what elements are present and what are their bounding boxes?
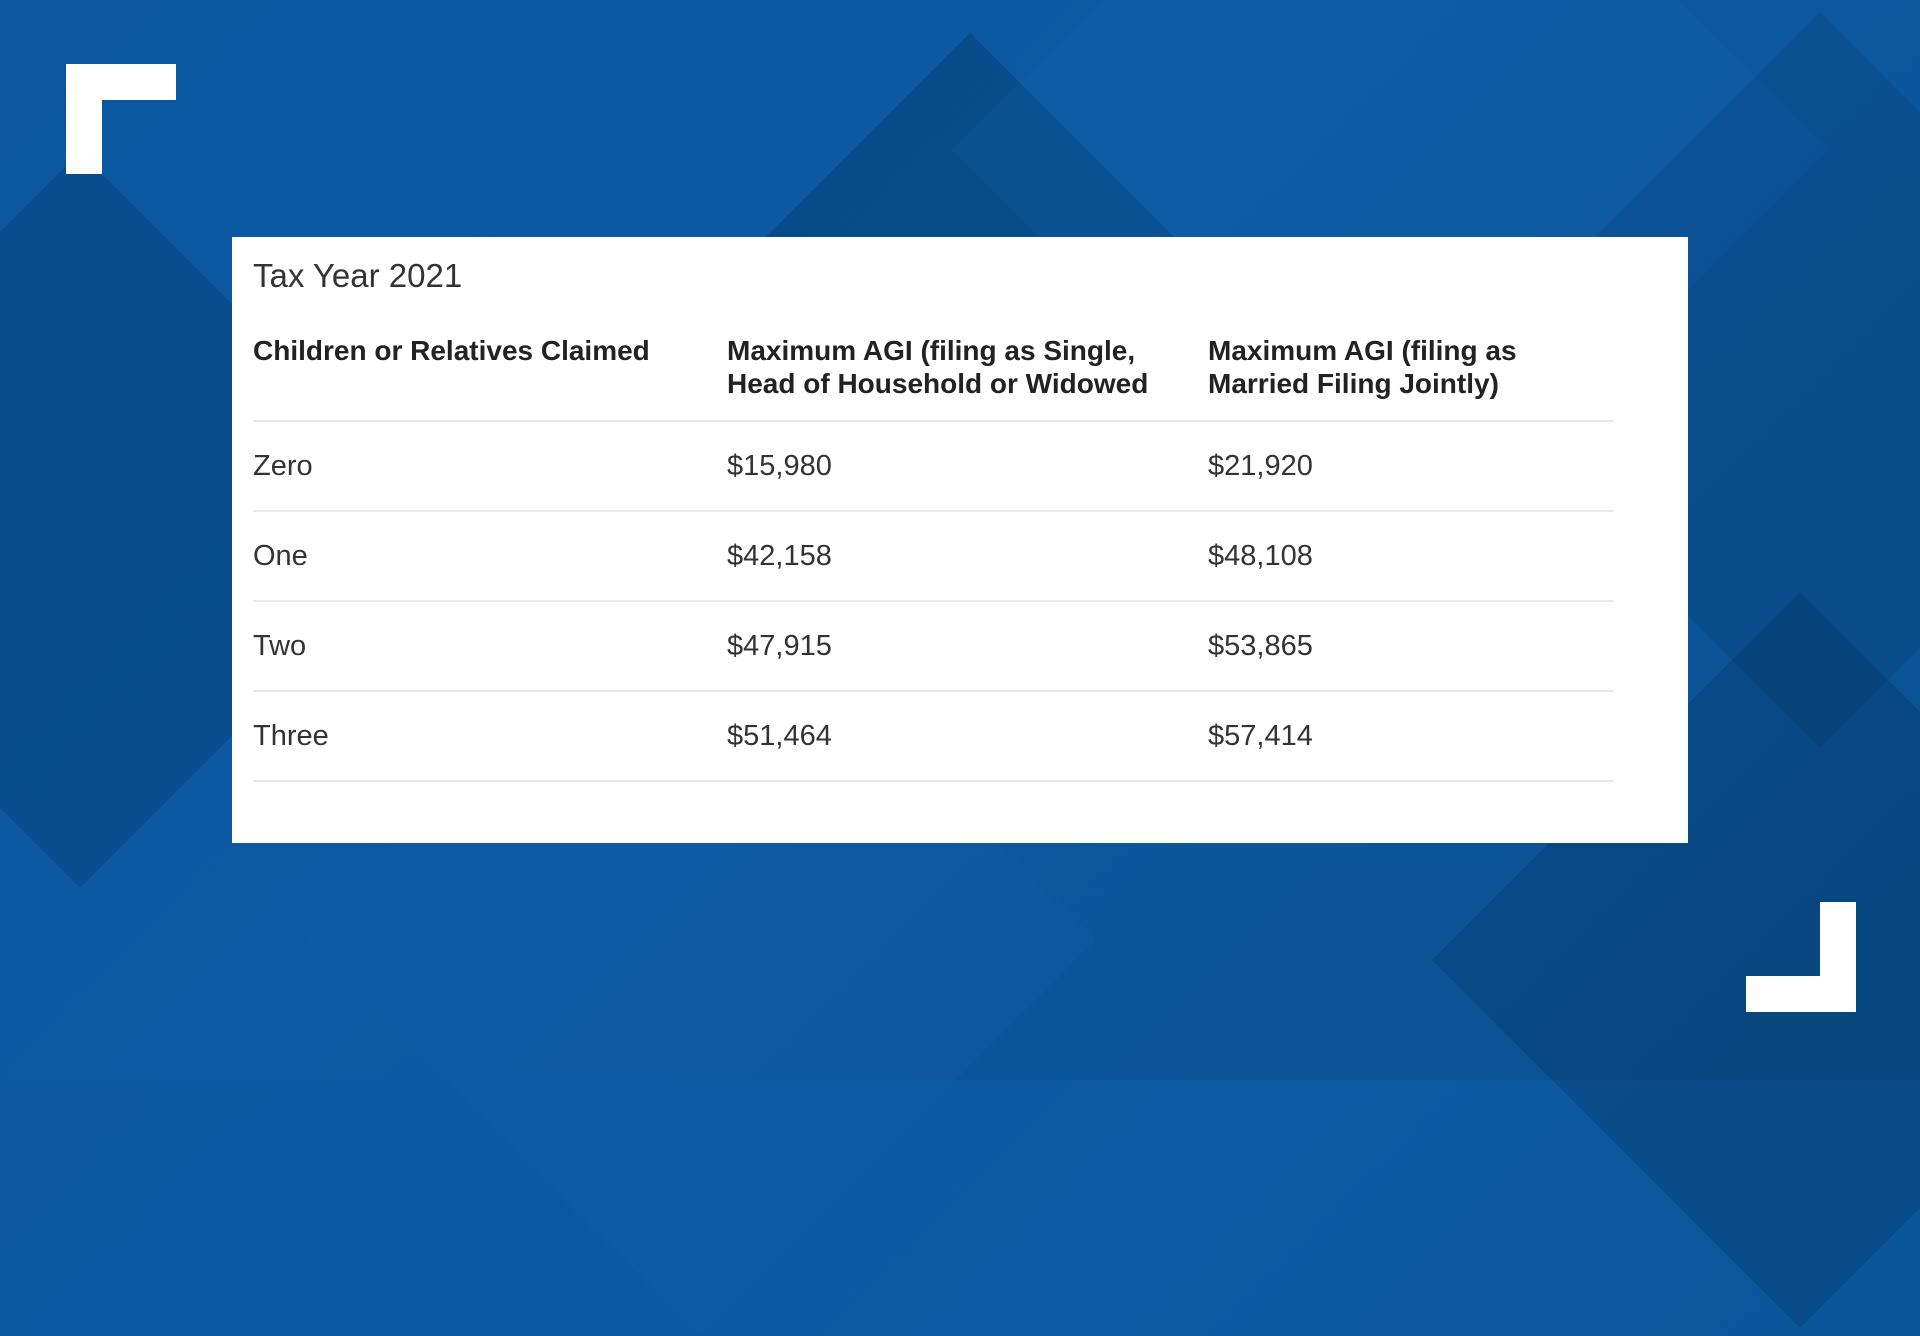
- table-cell-children: Two: [253, 601, 727, 692]
- bracket-bar-vertical: [1820, 902, 1856, 1012]
- column-header-joint-agi: Maximum AGI (filing as Married Filing Jo…: [1208, 334, 1614, 422]
- column-header-children: Children or Relatives Claimed: [253, 334, 727, 422]
- table-row: Two $47,915 $53,865: [253, 601, 1614, 692]
- card-title: Tax Year 2021: [253, 257, 463, 294]
- tax-table-card: Tax Year 2021 Children or Relatives Clai…: [232, 237, 1688, 843]
- bracket-bar-vertical: [66, 64, 102, 174]
- table-header-row: Children or Relatives Claimed Maximum AG…: [253, 334, 1614, 422]
- table-cell-single-agi: $51,464: [727, 691, 1208, 782]
- table-cell-joint-agi: $57,414: [1208, 691, 1614, 782]
- bottom-right-corner-bracket: [1746, 902, 1856, 1012]
- table-cell-single-agi: $15,980: [727, 421, 1208, 512]
- table-cell-single-agi: $42,158: [727, 511, 1208, 602]
- top-left-corner-bracket: [66, 64, 176, 174]
- table-cell-children: Zero: [253, 421, 727, 512]
- table-cell-children: Three: [253, 691, 727, 782]
- table-cell-joint-agi: $21,920: [1208, 421, 1614, 512]
- table-cell-joint-agi: $48,108: [1208, 511, 1614, 602]
- column-header-single-agi: Maximum AGI (filing as Single, Head of H…: [727, 334, 1208, 422]
- table-cell-single-agi: $47,915: [727, 601, 1208, 692]
- table-cell-children: One: [253, 511, 727, 602]
- table-cell-joint-agi: $53,865: [1208, 601, 1614, 692]
- table-row: Three $51,464 $57,414: [253, 691, 1614, 782]
- table-row: Zero $15,980 $21,920: [253, 421, 1614, 512]
- table-row: One $42,158 $48,108: [253, 511, 1614, 602]
- agi-limits-table: Children or Relatives Claimed Maximum AG…: [253, 334, 1614, 782]
